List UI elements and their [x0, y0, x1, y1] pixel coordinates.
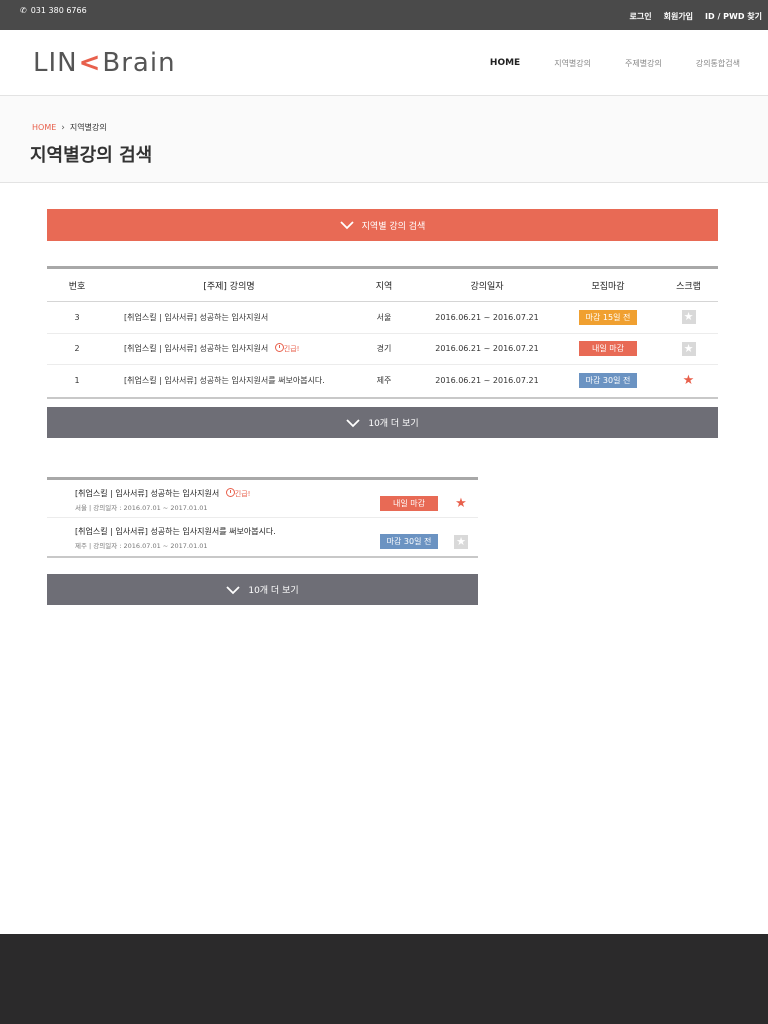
nav-lecture-search[interactable]: 강의통합검색 — [696, 58, 740, 69]
star-filled-icon[interactable]: ★ — [682, 373, 696, 388]
signup-link[interactable]: 회원가입 — [664, 11, 693, 22]
logo-text-right: Brain — [102, 48, 176, 78]
row-area: 경기 — [376, 344, 392, 354]
table-row[interactable]: 3 [취업스킬 | 입사서류] 성공하는 입사지원서 서울 2016.06.21… — [47, 302, 718, 334]
load-more-button[interactable]: 10개 더 보기 — [47, 407, 718, 438]
row-deadline-cell: 마감 15일 전 — [557, 309, 659, 325]
col-deadline: 모집마감 — [591, 281, 625, 292]
load-more-label: 10개 더 보기 — [368, 419, 419, 429]
site-footer — [0, 934, 768, 1024]
compact-lecture-list: [취업스킬 | 입사서류] 성공하는 입사지원서 긴급! 서울 | 강의일자 :… — [47, 477, 478, 558]
urgent-label: 긴급! — [283, 345, 300, 354]
urgent-label: 긴급! — [234, 490, 251, 498]
top-links: 로그인 회원가입 ID / PWD 찾기 — [630, 11, 763, 22]
list-item-deadline-wrap: 내일 마감 — [380, 491, 438, 511]
regional-search-toggle[interactable]: 지역별 강의 검색 — [47, 209, 718, 241]
row-no: 2 — [74, 344, 80, 354]
row-scrap-cell: ★ — [659, 373, 718, 388]
deadline-badge: 내일 마감 — [380, 496, 438, 511]
logo-text-left: LIN — [33, 48, 78, 78]
row-area: 서울 — [376, 312, 392, 322]
row-date: 2016.06.21 ~ 2016.07.21 — [435, 312, 539, 322]
col-title: [주제] 강의명 — [203, 281, 255, 292]
col-date: 강의일자 — [470, 281, 504, 292]
list-item-meta: 서울 | 강의일자 : 2016.07.01 ~ 2017.01.01 — [75, 504, 208, 512]
list-item-title: [취업스킬 | 입사서류] 성공하는 입사지원서 — [75, 489, 220, 498]
load-more-label: 10개 더 보기 — [248, 586, 299, 596]
col-area: 지역 — [375, 281, 393, 292]
row-scrap-cell: ★ — [659, 310, 718, 325]
phone-number: 031 380 6766 — [30, 6, 87, 15]
list-item-scrap: ★ — [454, 492, 468, 511]
list-item-scrap: ★ — [454, 530, 468, 549]
site-logo[interactable]: LIN < Brain — [33, 48, 176, 78]
table-row[interactable]: 1 [취업스킬 | 입사서류] 성공하는 입사지원서를 써보아봅시다. 제주 2… — [47, 365, 718, 397]
breadcrumb: HOME › 지역별강의 — [32, 122, 107, 133]
breadcrumb-current: 지역별강의 — [69, 123, 107, 132]
search-toggle-label: 지역별 강의 검색 — [361, 221, 426, 232]
logo-k-mark: < — [78, 48, 102, 78]
nav-home[interactable]: HOME — [490, 58, 520, 69]
table-header: 번호 [주제] 강의명 지역 강의일자 모집마감 스크랩 — [47, 269, 718, 302]
row-title: [취업스킬 | 입사서류] 성공하는 입사지원서 — [124, 344, 269, 354]
clock-icon — [225, 488, 235, 497]
page-heading: HOME › 지역별강의 지역별강의 검색 — [0, 96, 768, 183]
list-item-deadline-wrap: 마감 30일 전 — [380, 529, 438, 549]
row-deadline-cell: 마감 30일 전 — [557, 373, 659, 389]
row-title[interactable]: [취업스킬 | 입사서류] 성공하는 입사지원서 — [107, 312, 351, 323]
urgent-tag: 긴급! — [274, 343, 300, 354]
deadline-badge: 마감 30일 전 — [579, 373, 637, 389]
chevron-right-icon: › — [61, 122, 65, 133]
find-id-pwd-link[interactable]: ID / PWD 찾기 — [705, 11, 762, 22]
row-date: 2016.06.21 ~ 2016.07.21 — [435, 344, 539, 354]
deadline-badge: 마감 30일 전 — [380, 534, 438, 549]
site-header: LIN < Brain HOME 지역별강의 주제별강의 강의통합검색 — [0, 30, 768, 96]
breadcrumb-home[interactable]: HOME — [32, 123, 56, 132]
list-item-meta: 제주 | 강의일자 : 2016.07.01 ~ 2017.01.01 — [75, 542, 208, 550]
list-item[interactable]: [취업스킬 | 입사서류] 성공하는 입사지원서를 써보아봅시다. 제주 | 강… — [47, 518, 478, 556]
row-title-cell[interactable]: [취업스킬 | 입사서류] 성공하는 입사지원서 긴급! — [107, 343, 351, 354]
urgent-tag: 긴급! — [225, 488, 251, 498]
col-no: 번호 — [68, 281, 86, 292]
star-icon[interactable]: ★ — [681, 341, 696, 356]
nav-regional-lectures[interactable]: 지역별강의 — [554, 58, 591, 69]
chevron-down-icon — [226, 585, 240, 594]
phone-info: ✆ 031 380 6766 — [20, 6, 87, 15]
row-scrap-cell: ★ — [659, 341, 718, 356]
top-bar: ✆ 031 380 6766 로그인 회원가입 ID / PWD 찾기 — [0, 0, 768, 30]
main-nav: HOME 지역별강의 주제별강의 강의통합검색 — [490, 58, 740, 69]
list-item-title-line: [취업스킬 | 입사서류] 성공하는 입사지원서 긴급! — [75, 488, 250, 499]
chevron-down-icon — [340, 221, 354, 230]
row-title[interactable]: [취업스킬 | 입사서류] 성공하는 입사지원서를 써보아봅시다. — [107, 375, 351, 386]
login-link[interactable]: 로그인 — [630, 11, 652, 22]
table-row[interactable]: 2 [취업스킬 | 입사서류] 성공하는 입사지원서 긴급! 경기 2016.0… — [47, 334, 718, 365]
row-no: 1 — [74, 376, 80, 386]
row-date: 2016.06.21 ~ 2016.07.21 — [435, 376, 539, 386]
row-deadline-cell: 내일 마감 — [557, 341, 659, 357]
nav-topic-lectures[interactable]: 주제별강의 — [625, 58, 662, 69]
deadline-badge: 내일 마감 — [579, 341, 637, 357]
col-scrap: 스크랩 — [676, 281, 701, 292]
deadline-badge: 마감 15일 전 — [579, 309, 637, 325]
row-area: 제주 — [376, 376, 392, 386]
lecture-table: 번호 [주제] 강의명 지역 강의일자 모집마감 스크랩 3 [취업스킬 | 입… — [47, 266, 718, 399]
star-icon[interactable]: ★ — [681, 310, 696, 325]
list-item[interactable]: [취업스킬 | 입사서류] 성공하는 입사지원서 긴급! 서울 | 강의일자 :… — [47, 480, 478, 518]
row-no: 3 — [74, 312, 80, 322]
chevron-down-icon — [346, 418, 360, 427]
star-filled-icon[interactable]: ★ — [454, 497, 468, 511]
list-item-title: [취업스킬 | 입사서류] 성공하는 입사지원서를 써보아봅시다. — [75, 527, 276, 536]
load-more-button-2[interactable]: 10개 더 보기 — [47, 574, 478, 605]
star-icon[interactable]: ★ — [454, 535, 468, 549]
page-title: 지역별강의 검색 — [30, 145, 153, 166]
phone-icon: ✆ — [20, 6, 27, 15]
clock-icon — [274, 343, 284, 353]
